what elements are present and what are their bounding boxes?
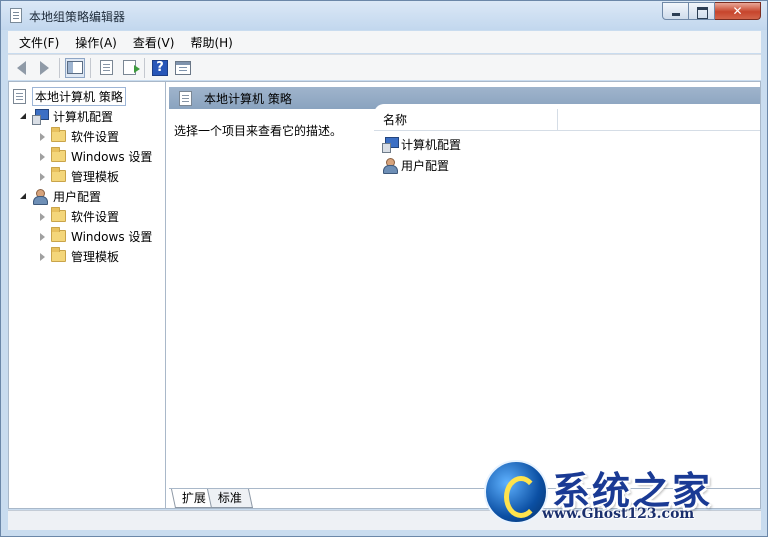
menu-action[interactable]: 操作(A) [67,34,125,51]
tree-item-local-computer-policy[interactable]: 本地计算机 策略 [13,86,126,106]
close-button[interactable] [715,2,761,20]
properties-sheet-button[interactable] [96,58,116,78]
toolbar: ? [8,54,761,80]
forward-button[interactable] [34,58,54,78]
tree-item-user-config[interactable]: 用户配置 [19,186,101,206]
details-pane: 本地计算机 策略 选择一个项目来查看它的描述。 名称 计算机配置 用户配置 扩展… [169,82,760,508]
tree-item-computer-admin-templates[interactable]: 管理模板 [38,166,119,186]
tree-item-computer-config[interactable]: 计算机配置 [19,106,113,126]
menu-view[interactable]: 查看(V) [125,34,183,51]
console-tree-icon [67,61,83,74]
watermark-url: www.Ghost123.com [542,506,695,522]
tree-item-label: 软件设置 [71,209,120,224]
minimize-button[interactable] [662,2,689,20]
policy-icon [179,90,192,106]
toolbar-separator [144,57,145,78]
help-button[interactable]: ? [150,58,170,78]
tree-item-label: 软件设置 [71,129,120,144]
help-icon: ? [152,59,168,76]
folder-icon [51,147,66,162]
folder-icon [51,207,66,222]
title-bar[interactable]: 本地组策略编辑器 [1,1,767,30]
tree-item-user-software-settings[interactable]: 软件设置 [38,206,119,226]
column-header-name[interactable]: 名称 [374,109,558,131]
maximize-button[interactable] [689,2,715,20]
watermark: 系统之家 www.Ghost123.com [484,458,760,530]
user-icon [32,188,48,205]
tab-label: 标准 [217,491,242,505]
tree-item-user-admin-templates[interactable]: 管理模板 [38,246,119,266]
window-title: 本地组策略编辑器 [29,10,126,24]
toolbar-separator [90,57,91,78]
app-icon [10,8,22,23]
list-item-user-config[interactable]: 用户配置 [382,155,449,175]
user-icon [382,157,398,174]
tree-item-label: 用户配置 [53,189,102,204]
back-button[interactable] [11,58,31,78]
items-list: 名称 计算机配置 用户配置 [374,104,760,488]
menu-bar: 文件(F) 操作(A) 查看(V) 帮助(H) [8,31,761,53]
console-tree: 本地计算机 策略 计算机配置 软件设置 Windows 设置 管理模板 用户配置… [9,82,166,508]
computer-icon [32,109,49,125]
main-window: 本地组策略编辑器 文件(F) 操作(A) 查看(V) 帮助(H) ? 本地计算机… [0,0,768,537]
tree-item-label: 计算机配置 [53,109,114,124]
details-header-title: 本地计算机 策略 [204,91,292,106]
tree-item-computer-windows-settings[interactable]: Windows 设置 [38,146,152,166]
tree-item-label: Windows 设置 [71,149,153,164]
tree-item-label: 管理模板 [71,249,120,264]
show-hide-tree-button[interactable] [65,57,85,78]
expand-closed-icon[interactable] [38,212,47,221]
folder-icon [51,227,66,242]
menu-help[interactable]: 帮助(H) [182,34,240,51]
expand-closed-icon[interactable] [38,152,47,161]
watermark-logo-icon [484,460,548,524]
tab-label: 扩展 [181,491,206,505]
action-pane-icon [175,60,191,75]
expand-closed-icon[interactable] [38,252,47,261]
toolbar-separator [59,57,60,78]
list-header: 名称 [374,109,760,131]
policy-icon [13,88,26,104]
folder-icon [51,127,66,142]
list-item-label: 用户配置 [401,158,450,173]
show-action-pane-button[interactable] [173,58,193,78]
computer-icon [382,137,399,153]
arrow-left-icon [16,60,26,75]
details-body: 选择一个项目来查看它的描述。 名称 计算机配置 用户配置 [169,104,760,488]
description-text: 选择一个项目来查看它的描述。 [174,124,343,138]
document-icon [99,60,113,75]
caption-buttons [662,2,761,20]
expand-closed-icon[interactable] [38,172,47,181]
tree-item-user-windows-settings[interactable]: Windows 设置 [38,226,152,246]
export-icon [122,60,140,75]
expand-open-icon[interactable] [19,192,28,201]
export-list-button[interactable] [119,58,140,78]
tree-item-label: Windows 设置 [71,229,153,244]
arrow-right-icon [39,60,49,75]
content-area: 本地计算机 策略 计算机配置 软件设置 Windows 设置 管理模板 用户配置… [8,81,761,509]
tree-item-label: 本地计算机 策略 [32,86,126,106]
tree-item-computer-software-settings[interactable]: 软件设置 [38,126,119,146]
expand-closed-icon[interactable] [38,132,47,141]
menu-file[interactable]: 文件(F) [11,34,67,51]
folder-icon [51,247,66,262]
list-item-computer-config[interactable]: 计算机配置 [382,134,461,154]
list-item-label: 计算机配置 [401,137,462,152]
expand-open-icon[interactable] [19,112,28,121]
folder-icon [51,167,66,182]
expand-closed-icon[interactable] [38,232,47,241]
tree-item-label: 管理模板 [71,169,120,184]
tab-standard[interactable]: 标准 [206,489,254,508]
